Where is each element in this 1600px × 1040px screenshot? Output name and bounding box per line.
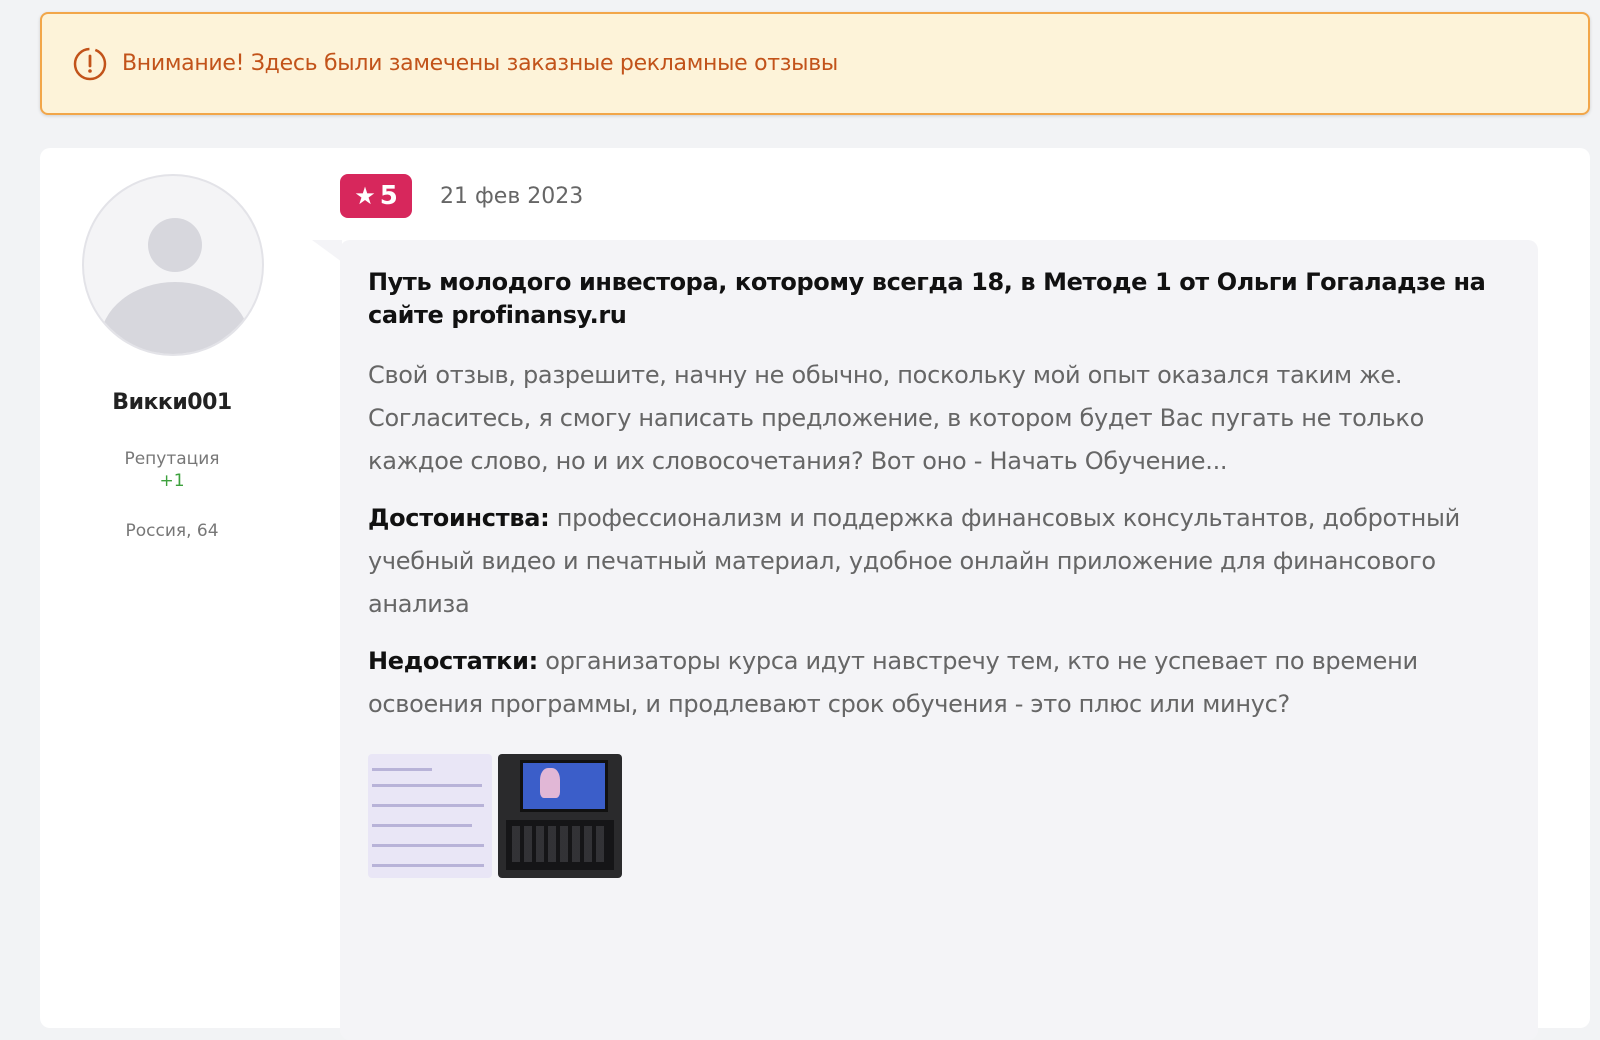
star-icon: ★ — [354, 182, 376, 210]
reputation-value: +1 — [159, 471, 185, 491]
review-card: Викки001 Репутация +1 Россия, 64 ★ 5 21 … — [40, 148, 1590, 1040]
warning-text: Внимание! Здесь были замечены заказные р… — [122, 51, 838, 76]
rating-value: 5 — [379, 181, 398, 211]
author-location: Россия, 64 — [125, 521, 219, 541]
review-bubble: Путь молодого инвестора, которому всегда… — [312, 240, 1538, 1040]
reputation-label: Репутация — [124, 449, 220, 469]
review-meta: ★ 5 21 фев 2023 — [340, 174, 583, 218]
review-text: Свой отзыв, разрешите, начну не обычно, … — [368, 361, 1424, 475]
review-title[interactable]: Путь молодого инвестора, которому всегда… — [368, 266, 1510, 332]
review-cons: Недостатки: организаторы курса идут навс… — [368, 640, 1510, 726]
photo-thumbnail-2[interactable] — [498, 754, 622, 878]
author-username[interactable]: Викки001 — [82, 390, 262, 415]
photo-thumbnail-1[interactable] — [368, 754, 492, 878]
rating-badge: ★ 5 — [340, 174, 412, 218]
review-pros: Достоинства: профессионализм и поддержка… — [368, 497, 1510, 626]
review-photos — [368, 754, 1510, 878]
avatar[interactable] — [82, 174, 264, 356]
cons-label: Недостатки: — [368, 647, 538, 675]
warning-clock-icon — [72, 46, 108, 82]
warning-banner: Внимание! Здесь были замечены заказные р… — [40, 12, 1590, 115]
pros-label: Достоинства: — [368, 504, 550, 532]
author-block: Викки001 Репутация +1 Россия, 64 — [82, 174, 264, 541]
review-date: 21 фев 2023 — [440, 183, 584, 209]
